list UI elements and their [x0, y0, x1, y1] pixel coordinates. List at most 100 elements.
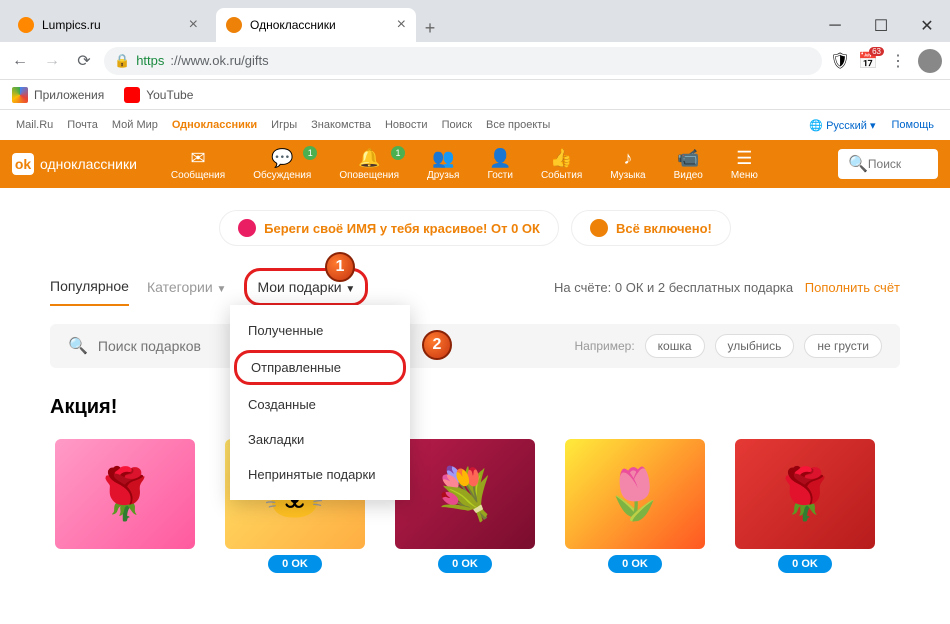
- toplink-odnoklassniki[interactable]: Одноклассники: [172, 119, 257, 131]
- chip[interactable]: кошка: [645, 334, 705, 358]
- toplink-mymir[interactable]: Мой Мир: [112, 119, 158, 131]
- chevron-down-icon: ▼: [217, 284, 227, 295]
- close-window-button[interactable]: ✕: [904, 10, 950, 42]
- nav-icon: 📹: [677, 148, 699, 170]
- toplink-dating[interactable]: Знакомства: [311, 119, 371, 131]
- gift-card[interactable]: 🌹0 OK: [730, 439, 880, 573]
- tab-title: Lumpics.ru: [42, 18, 101, 32]
- gift-price: 0 OK: [268, 555, 322, 573]
- close-icon[interactable]: ×: [397, 16, 406, 34]
- promo-pills: Береги своё ИМЯ у тебя красивое! От 0 ОК…: [0, 188, 950, 268]
- navbar-search-input[interactable]: [868, 157, 928, 171]
- dropdown-item-unaccepted[interactable]: Непринятые подарки: [230, 457, 410, 492]
- tab-title: Одноклассники: [250, 18, 336, 32]
- maximize-button[interactable]: ☐: [858, 10, 904, 42]
- search-icon: 🔍: [848, 154, 868, 174]
- tab-odnoklassniki[interactable]: Одноклассники ×: [216, 8, 416, 42]
- nav-item[interactable]: ☰Меню: [717, 148, 772, 181]
- toplink-mail[interactable]: Почта: [67, 119, 98, 131]
- url-field[interactable]: 🔒 https://www.ok.ru/gifts: [104, 47, 822, 75]
- gift-card[interactable]: 🌹: [50, 439, 200, 573]
- extension-icon[interactable]: 🛡: [830, 51, 850, 71]
- search-icon: 🔍: [68, 336, 88, 356]
- ok-top-links: Mail.Ru Почта Мой Мир Одноклассники Игры…: [0, 110, 950, 140]
- dropdown-item-created[interactable]: Созданные: [230, 387, 410, 422]
- nav-label: Друзья: [427, 170, 459, 181]
- nav-icon: ☰: [736, 148, 752, 170]
- nav-item[interactable]: ♪Музыка: [596, 148, 659, 181]
- toplink-news[interactable]: Новости: [385, 119, 428, 131]
- my-gifts-dropdown: Полученные Отправленные Созданные Заклад…: [230, 305, 410, 500]
- profile-avatar[interactable]: [918, 49, 942, 73]
- close-icon[interactable]: ×: [189, 16, 198, 34]
- apps-icon: [12, 87, 28, 103]
- dropdown-item-sent[interactable]: Отправленные: [234, 350, 406, 385]
- bookmark-apps[interactable]: Приложения: [12, 87, 104, 103]
- browser-titlebar: Lumpics.ru × Одноклассники × + ─ ☐ ✕: [0, 0, 950, 42]
- nav-item[interactable]: 💬Обсуждения 1: [239, 148, 325, 181]
- window-controls: ─ ☐ ✕: [812, 10, 950, 42]
- tab-categories[interactable]: Категории ▼: [147, 269, 226, 305]
- gift-image: 💐: [395, 439, 535, 549]
- section-title: Акция!: [0, 386, 950, 429]
- nav-icon: 👍: [550, 148, 572, 170]
- dropdown-item-bookmarks[interactable]: Закладки: [230, 422, 410, 457]
- gift-image: 🌹: [55, 439, 195, 549]
- reload-button[interactable]: ⟳: [72, 49, 96, 73]
- ok-navbar-search[interactable]: 🔍: [838, 149, 938, 179]
- bookmark-youtube[interactable]: YouTube: [124, 87, 193, 103]
- toplink-search[interactable]: Поиск: [442, 119, 472, 131]
- nav-item[interactable]: 👍События: [527, 148, 596, 181]
- back-button[interactable]: ←: [8, 49, 32, 73]
- nav-badge: 1: [303, 146, 317, 160]
- nav-item[interactable]: ✉Сообщения: [157, 148, 239, 181]
- chip[interactable]: улыбнись: [715, 334, 795, 358]
- gift-price: 0 OK: [608, 555, 662, 573]
- menu-button[interactable]: ⋮: [886, 49, 910, 73]
- nav-icon: 🔔: [358, 148, 380, 170]
- favicon-icon: [226, 17, 242, 33]
- account-balance: На счёте: 0 ОК и 2 бесплатных подарка По…: [554, 280, 900, 295]
- promo-pill[interactable]: Всё включено!: [571, 210, 731, 246]
- topup-link[interactable]: Пополнить счёт: [805, 280, 900, 295]
- toplink-allprojects[interactable]: Все проекты: [486, 119, 550, 131]
- nav-label: Оповещения: [339, 170, 399, 181]
- nav-label: Гости: [487, 170, 512, 181]
- gift-card[interactable]: 💐0 OK: [390, 439, 540, 573]
- gifts-row: 🌹🐱0 OK💐0 OK🌷0 OK🌹0 OK: [0, 429, 950, 583]
- nav-label: Видео: [674, 170, 703, 181]
- tab-popular[interactable]: Популярное: [50, 268, 129, 306]
- toplink-games[interactable]: Игры: [271, 119, 297, 131]
- nav-icon: ♪: [623, 148, 632, 170]
- nav-item[interactable]: 👥Друзья: [413, 148, 473, 181]
- language-selector[interactable]: 🌐 Русский ▾: [809, 119, 875, 132]
- nav-label: Обсуждения: [253, 170, 311, 181]
- tab-lumpics[interactable]: Lumpics.ru ×: [8, 8, 208, 42]
- help-link[interactable]: Помощь: [892, 119, 935, 131]
- nav-label: Музыка: [610, 170, 645, 181]
- promo-pill[interactable]: Береги своё ИМЯ у тебя красивое! От 0 ОК: [219, 210, 559, 246]
- nav-item[interactable]: 🔔Оповещения 1: [325, 148, 413, 181]
- chip[interactable]: не грусти: [804, 334, 882, 358]
- pill-icon: [238, 219, 256, 237]
- ok-nav-items: ✉Сообщения 💬Обсуждения 1 🔔Оповещения 1 👥Друзь…: [157, 148, 772, 181]
- forward-button[interactable]: →: [40, 49, 64, 73]
- gift-image: 🌹: [735, 439, 875, 549]
- nav-item[interactable]: 👤Гости: [473, 148, 526, 181]
- nav-label: События: [541, 170, 582, 181]
- nav-icon: ✉: [191, 148, 206, 170]
- gift-card[interactable]: 🌷0 OK: [560, 439, 710, 573]
- gift-search-row: 🔍 Например: кошка улыбнись не грусти: [50, 324, 900, 368]
- extension-badge-icon[interactable]: 📅63: [858, 51, 878, 71]
- dropdown-item-received[interactable]: Полученные: [230, 313, 410, 348]
- ok-logo[interactable]: ok одноклассники: [12, 153, 137, 175]
- nav-badge: 1: [391, 146, 405, 160]
- nav-icon: 💬: [271, 148, 293, 170]
- example-label: Например:: [575, 339, 635, 353]
- minimize-button[interactable]: ─: [812, 10, 858, 42]
- new-tab-button[interactable]: +: [416, 14, 444, 42]
- youtube-icon: [124, 87, 140, 103]
- toplink-mailru[interactable]: Mail.Ru: [16, 119, 53, 131]
- nav-item[interactable]: 📹Видео: [660, 148, 717, 181]
- ok-logo-icon: ok: [12, 153, 34, 175]
